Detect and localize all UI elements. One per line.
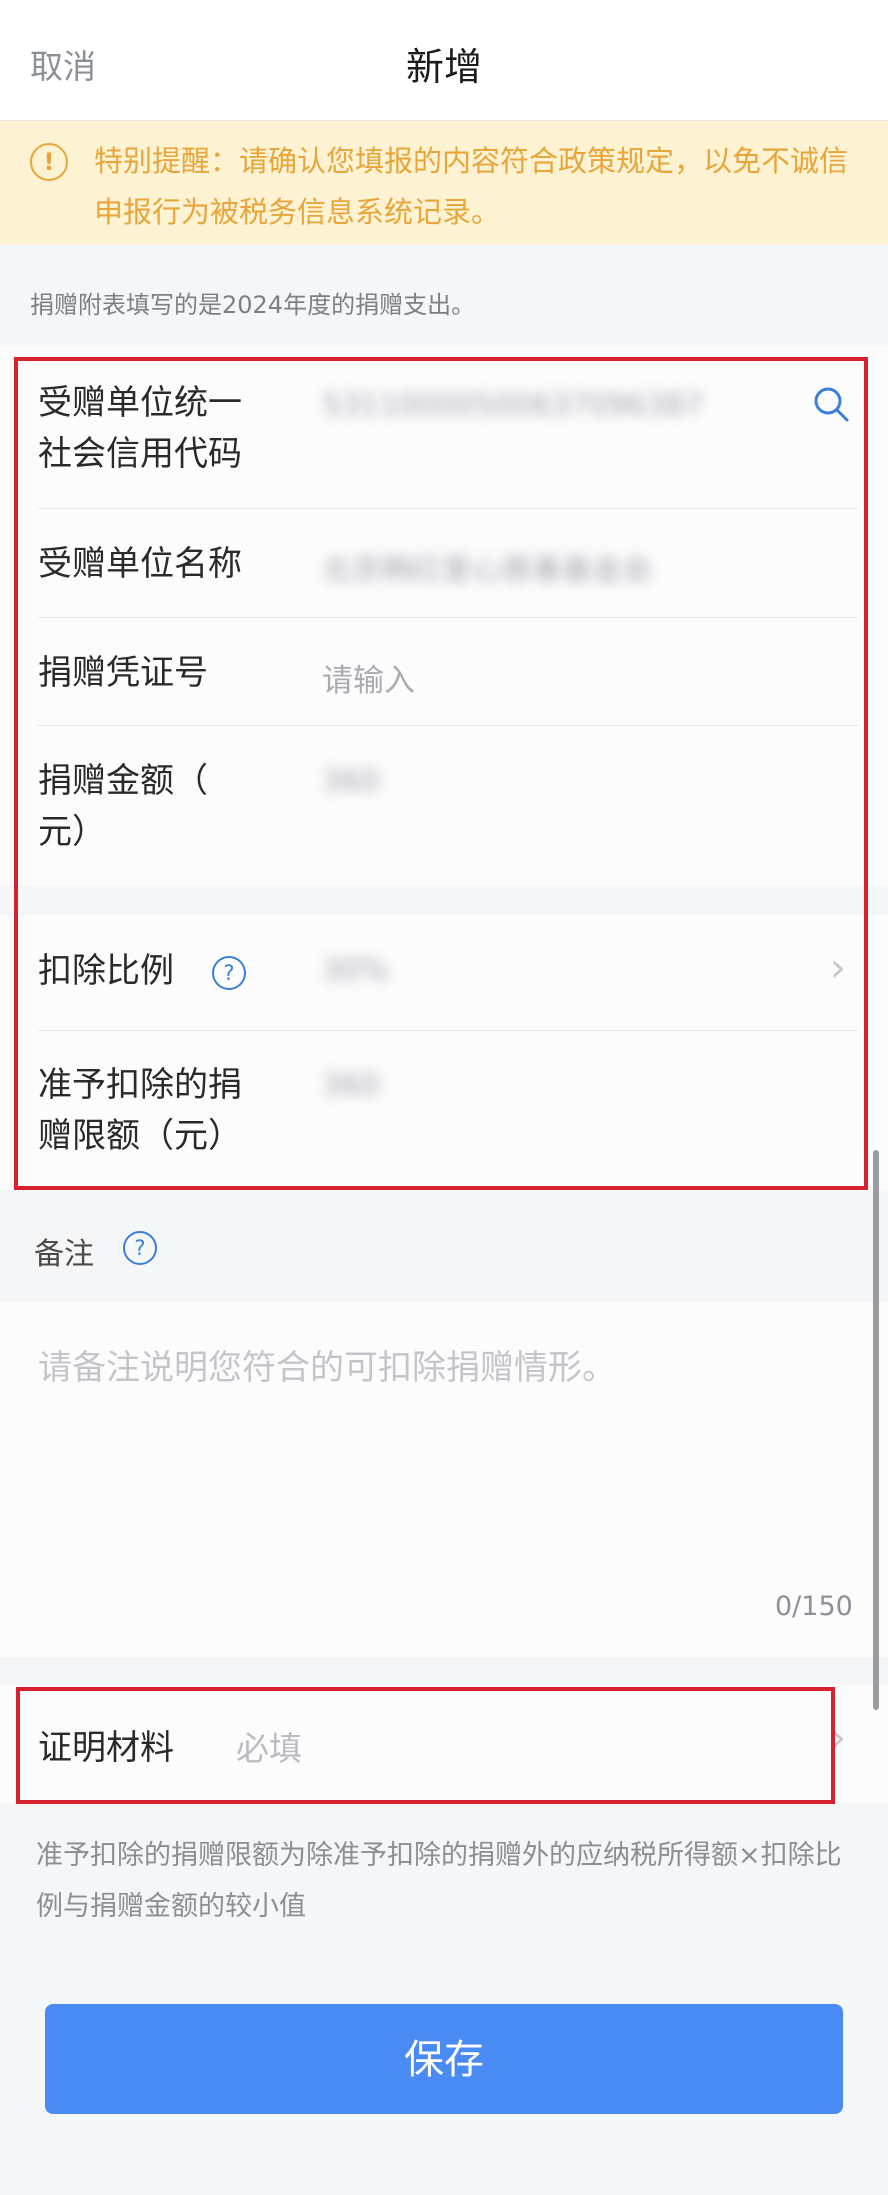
remark-placeholder: 请备注说明您符合的可扣除捐赠情形。 (38, 1348, 616, 1388)
char-counter: 0/150 (775, 1591, 853, 1622)
question-circle-icon[interactable]: ? (123, 1231, 157, 1265)
footnote-text: 准予扣除的捐赠限额为除准予扣除的捐赠外的应纳税所得额×扣除比例与捐赠金额的较小值 (36, 1840, 842, 1922)
highlight-frame (16, 1687, 835, 1804)
warning-text: 特别提醒：请确认您填报的内容符合政策规定，以免不诚信申报行为被税务信息系统记录。 (94, 144, 849, 229)
info-text: 捐赠附表填写的是2024年度的捐赠支出。 (30, 291, 476, 319)
save-button[interactable]: 保存 (45, 2004, 843, 2114)
scrollbar[interactable] (873, 1150, 879, 1710)
highlight-frame (14, 357, 868, 1190)
exclamation-circle-icon: ! (30, 143, 68, 181)
remark-label: 备注 (34, 1237, 94, 1272)
page-title: 新增 (405, 45, 482, 89)
